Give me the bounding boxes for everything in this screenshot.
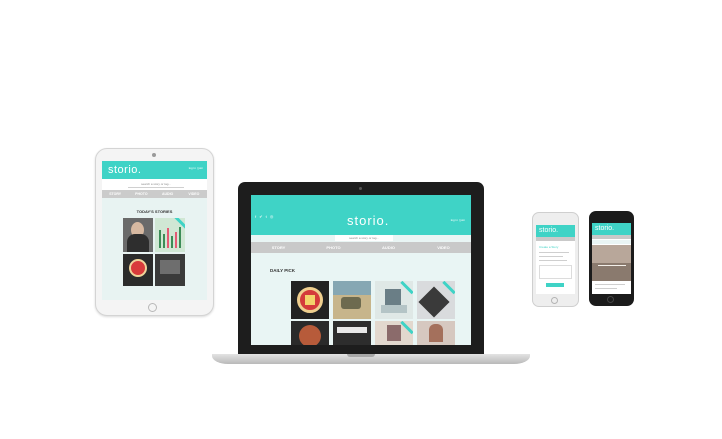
- phone-white-home-button[interactable]: [551, 297, 558, 304]
- tablet-logo[interactable]: storio.: [108, 164, 141, 176]
- phone-black-subbar: [592, 240, 631, 244]
- phone-white-header: storio.: [536, 225, 575, 237]
- story-tile-portrait[interactable]: [123, 218, 153, 252]
- phone-white-submit-button[interactable]: [546, 283, 564, 287]
- phone-black-home-button[interactable]: [607, 296, 614, 303]
- phone-black-line-1: [595, 284, 625, 285]
- phone-white-textarea[interactable]: [539, 265, 572, 279]
- phone-white-line-3: [539, 260, 567, 261]
- story-tile-bars[interactable]: [155, 218, 185, 252]
- laptop-logo[interactable]: storio.: [347, 213, 389, 228]
- phone-black-screen: storio.: [592, 223, 631, 294]
- laptop-notch: [347, 354, 375, 357]
- pick-tile-8[interactable]: [417, 321, 455, 345]
- tablet-nav-photo[interactable]: PHOTO: [128, 190, 154, 198]
- phone-white-section-title: Create a Story: [539, 245, 559, 249]
- tablet-header: storio. log in | join: [102, 161, 207, 179]
- laptop-nav-photo[interactable]: PHOTO: [306, 242, 361, 253]
- phone-black-nav[interactable]: [592, 235, 631, 239]
- tablet-login-link[interactable]: log in | join: [189, 166, 203, 170]
- phone-white-nav[interactable]: [536, 237, 575, 241]
- script-lettering: [598, 259, 626, 266]
- pick-tile-7[interactable]: [375, 321, 413, 345]
- phone-black-header: storio.: [592, 223, 631, 235]
- tablet-nav-story[interactable]: STORY: [102, 190, 128, 198]
- tablet-camera: [152, 153, 156, 157]
- phone-white-logo[interactable]: storio.: [539, 227, 558, 234]
- phone-white: storio. Create a Story: [532, 212, 579, 307]
- pick-tile-5[interactable]: [291, 321, 329, 345]
- pick-tile-1[interactable]: [291, 281, 329, 319]
- laptop-nav-video[interactable]: VIDEO: [416, 242, 471, 253]
- laptop-camera: [359, 187, 362, 190]
- story-tile-dark[interactable]: [155, 254, 185, 286]
- phone-black-line-2: [595, 288, 617, 289]
- phone-white-line-2: [539, 256, 563, 257]
- tablet-nav: STORY PHOTO AUDIO VIDEO: [102, 190, 207, 198]
- pick-tile-6[interactable]: [333, 321, 371, 345]
- laptop-nav-story[interactable]: STORY: [251, 242, 306, 253]
- laptop-nav-audio[interactable]: AUDIO: [361, 242, 416, 253]
- phone-white-screen: storio. Create a Story: [536, 225, 575, 294]
- tablet-nav-audio[interactable]: AUDIO: [155, 190, 181, 198]
- story-tile-badge[interactable]: [123, 254, 153, 286]
- pick-tile-3[interactable]: [375, 281, 413, 319]
- phone-black-hero-image[interactable]: [592, 245, 631, 281]
- laptop-login-link[interactable]: log in | join: [451, 218, 465, 222]
- tablet-section-title: TODAY'S STORIES: [136, 209, 173, 214]
- laptop-screen: f ✔ t ◎ storio. log in | join search a s…: [251, 195, 471, 345]
- tablet-home-button[interactable]: [148, 303, 157, 312]
- pick-tile-4[interactable]: [417, 281, 455, 319]
- laptop-section-title: DAILY PICK: [270, 268, 296, 273]
- tablet-nav-video[interactable]: VIDEO: [181, 190, 207, 198]
- laptop-nav: STORY PHOTO AUDIO VIDEO: [251, 242, 471, 253]
- phone-white-line-1: [539, 252, 569, 253]
- tablet-search-input[interactable]: search a story or tag...: [128, 182, 184, 188]
- laptop-header: f ✔ t ◎ storio. log in | join: [251, 195, 471, 235]
- tablet-screen: storio. log in | join search a story or …: [102, 161, 207, 300]
- social-icons[interactable]: f ✔ t ◎: [255, 214, 274, 219]
- laptop-search-input[interactable]: search a story or tag...: [335, 235, 393, 241]
- phone-black-logo[interactable]: storio.: [595, 225, 614, 232]
- tablet-device: storio. log in | join search a story or …: [95, 148, 214, 316]
- phone-black: storio.: [589, 211, 634, 306]
- pick-tile-2[interactable]: [333, 281, 371, 319]
